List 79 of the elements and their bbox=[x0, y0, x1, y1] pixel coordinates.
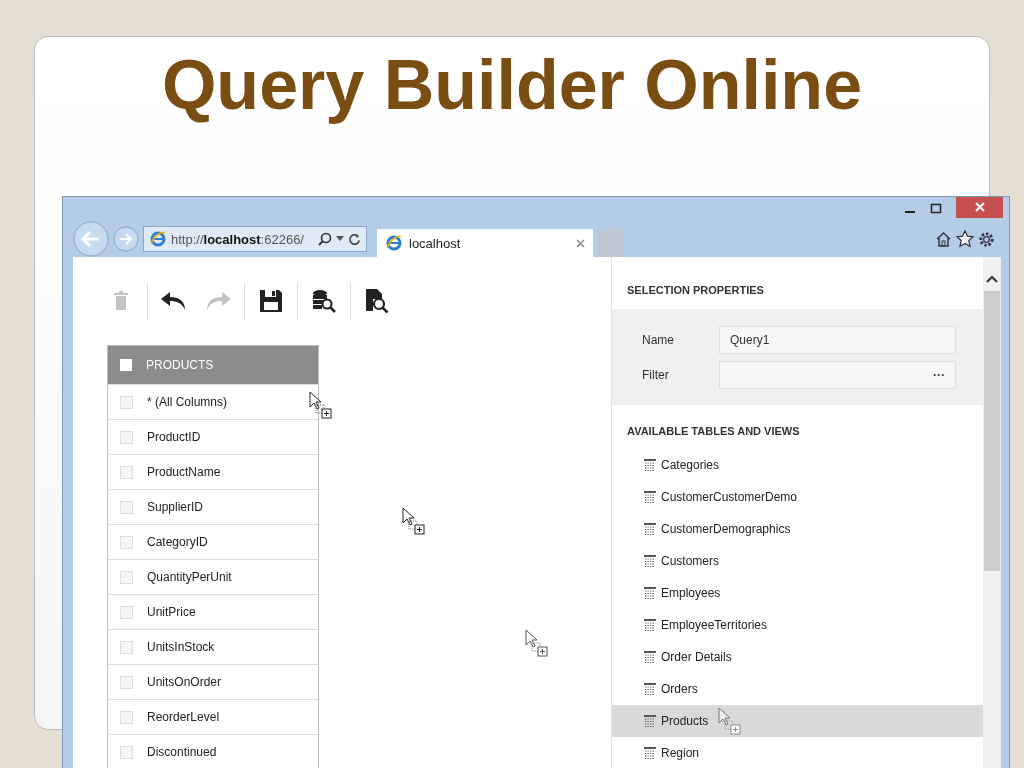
star-icon[interactable] bbox=[956, 230, 974, 248]
checkbox[interactable] bbox=[120, 500, 133, 514]
address-field[interactable]: http://localhost:62266/ bbox=[143, 226, 367, 252]
checkbox[interactable] bbox=[120, 359, 132, 371]
refresh-icon[interactable] bbox=[348, 232, 361, 246]
checkbox[interactable] bbox=[120, 430, 133, 444]
column-row[interactable]: ProductName bbox=[108, 454, 318, 489]
browser-logo-icon bbox=[149, 230, 167, 248]
drag-cursor-icon bbox=[309, 391, 333, 419]
table-icon bbox=[644, 587, 656, 599]
table-icon bbox=[644, 747, 656, 759]
table-list-item[interactable]: CustomerCustomerDemo bbox=[612, 481, 983, 513]
table-list-item[interactable]: Order Details bbox=[612, 641, 983, 673]
drag-cursor-icon bbox=[402, 507, 426, 535]
database-search-icon bbox=[312, 289, 336, 313]
table-icon bbox=[644, 651, 656, 663]
table-list-item[interactable]: Categories bbox=[612, 449, 983, 481]
undo-icon bbox=[160, 290, 188, 312]
column-row[interactable]: SupplierID bbox=[108, 489, 318, 524]
table-list-item[interactable]: CustomerDemographics bbox=[612, 513, 983, 545]
ellipsis-button[interactable]: ··· bbox=[933, 368, 945, 382]
column-row[interactable]: QuantityPerUnit bbox=[108, 559, 318, 594]
table-list-item[interactable]: Region bbox=[612, 737, 983, 768]
table-icon bbox=[644, 491, 656, 503]
checkbox[interactable] bbox=[120, 395, 133, 409]
checkbox[interactable] bbox=[120, 605, 133, 619]
redo-icon bbox=[204, 290, 232, 312]
column-row[interactable]: CategoryID bbox=[108, 524, 318, 559]
table-icon bbox=[644, 619, 656, 631]
column-row[interactable]: ProductID bbox=[108, 419, 318, 454]
field-label: Filter bbox=[642, 368, 670, 382]
scrollbar[interactable] bbox=[983, 257, 1001, 768]
column-row[interactable]: ReorderLevel bbox=[108, 699, 318, 734]
caret-icon[interactable] bbox=[336, 236, 344, 242]
slide-title: Query Builder Online bbox=[160, 45, 864, 125]
checkbox[interactable] bbox=[120, 570, 133, 584]
save-icon bbox=[259, 289, 283, 313]
checkbox[interactable] bbox=[120, 710, 133, 724]
checkbox[interactable] bbox=[120, 465, 133, 479]
table-list-item[interactable]: Products bbox=[612, 705, 983, 737]
settings-icon[interactable] bbox=[978, 230, 995, 248]
input-field[interactable]: Query1 bbox=[719, 326, 956, 354]
drag-cursor-icon bbox=[718, 707, 742, 735]
scroll-up-icon[interactable] bbox=[986, 275, 998, 283]
trash-icon bbox=[113, 291, 129, 311]
table-icon bbox=[644, 683, 656, 695]
search-icon[interactable] bbox=[318, 232, 332, 246]
close-button[interactable] bbox=[956, 196, 1003, 218]
checkbox[interactable] bbox=[120, 640, 133, 654]
drag-cursor-icon bbox=[525, 629, 549, 657]
browser-logo-icon bbox=[385, 234, 403, 252]
column-row[interactable]: UnitPrice bbox=[108, 594, 318, 629]
field-label: Name bbox=[642, 333, 675, 347]
checkbox[interactable] bbox=[120, 535, 133, 549]
maximize-icon[interactable] bbox=[930, 203, 942, 215]
table-icon bbox=[644, 459, 656, 471]
table-name: PRODUCTS bbox=[146, 358, 214, 372]
column-row[interactable]: UnitsOnOrder bbox=[108, 664, 318, 699]
checkbox[interactable] bbox=[120, 745, 133, 759]
close-icon[interactable] bbox=[576, 238, 585, 248]
back-icon[interactable] bbox=[73, 221, 109, 257]
table-list-item[interactable]: EmployeeTerritories bbox=[612, 609, 983, 641]
section-title: SELECTION PROPERTIES bbox=[626, 283, 765, 298]
column-row[interactable]: UnitsInStock bbox=[108, 629, 318, 664]
table-list-item[interactable]: Orders bbox=[612, 673, 983, 705]
table-icon bbox=[644, 523, 656, 535]
table-icon bbox=[644, 555, 656, 567]
table-list-item[interactable]: Employees bbox=[612, 577, 983, 609]
close-icon bbox=[974, 202, 985, 212]
table-icon bbox=[644, 715, 656, 727]
section-title: AVAILABLE TABLES AND VIEWS bbox=[626, 424, 801, 439]
column-row[interactable]: Discontinued bbox=[108, 734, 318, 768]
home-icon[interactable] bbox=[935, 230, 952, 248]
checkbox[interactable] bbox=[120, 675, 133, 689]
document-search-icon bbox=[365, 288, 389, 314]
forward-icon[interactable] bbox=[113, 226, 139, 252]
table-list-item[interactable]: Customers bbox=[612, 545, 983, 577]
browser-tab[interactable]: localhost bbox=[377, 229, 593, 257]
input-field[interactable]: ··· bbox=[719, 361, 956, 389]
